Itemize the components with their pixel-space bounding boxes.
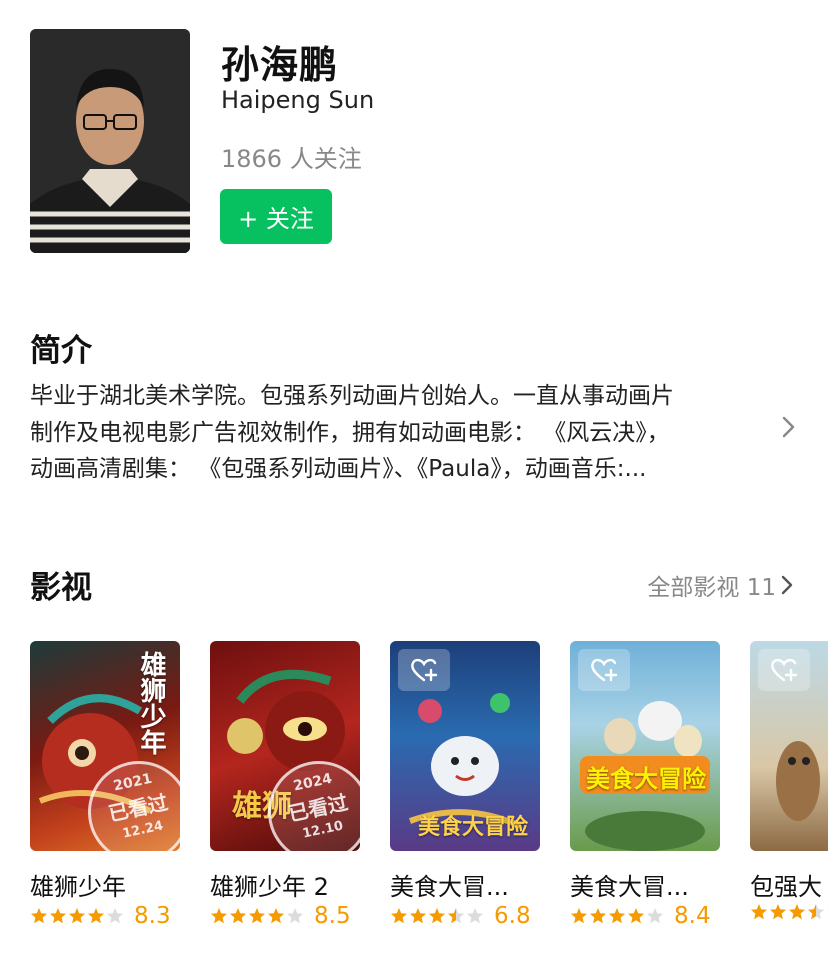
intro-line: 制作及电视电影广告视效制作，拥有如动画电影： 《风云决》， xyxy=(30,419,670,446)
star-icon xyxy=(647,908,663,924)
intro-line: 动画高清剧集： 《包强系列动画片》、《Paula》，动画音乐:... xyxy=(30,456,647,482)
star-icon xyxy=(50,908,66,924)
star-icon xyxy=(609,908,625,924)
film-card[interactable]: 美食大冒险 美食大冒... 8.4 xyxy=(570,641,720,929)
chevron-right-icon xyxy=(781,575,793,595)
star-icon xyxy=(107,908,123,924)
person-name: 孙海鹏 xyxy=(221,43,339,87)
intro-text[interactable]: 毕业于湖北美术学院。包强系列动画片创始人。一直从事动画片 制作及电视电影广告视效… xyxy=(30,378,760,488)
see-all-label: 全部影视 11 xyxy=(647,575,776,601)
film-title[interactable]: 雄狮少年 xyxy=(30,867,200,902)
star-icon xyxy=(429,908,445,924)
heart-plus-icon xyxy=(411,658,438,682)
star-icon xyxy=(770,904,786,920)
heart-plus-icon xyxy=(591,658,618,682)
rating-score: 6.8 xyxy=(494,903,531,929)
star-icon xyxy=(88,908,104,924)
film-poster[interactable]: 美食大冒险 xyxy=(390,641,540,851)
poster-title: 美食大冒险 xyxy=(418,815,529,840)
star-icon xyxy=(268,908,284,924)
films-carousel[interactable]: 雄狮少年 2021 已看过 12.24 雄狮少年 8.3 雄狮 2024 已看过… xyxy=(30,641,828,941)
star-icon xyxy=(751,904,767,920)
film-title[interactable]: 包强大 xyxy=(750,867,828,902)
film-poster[interactable]: 美食大冒险 xyxy=(570,641,720,851)
rating-stars xyxy=(390,907,484,925)
film-card[interactable]: 雄狮 2024 已看过 12.10 雄狮少年 2 8.5 xyxy=(210,641,360,929)
star-icon xyxy=(287,908,303,924)
star-icon xyxy=(230,908,246,924)
film-rating xyxy=(750,903,828,921)
want-to-watch-button[interactable] xyxy=(398,649,450,691)
film-title[interactable]: 美食大冒... xyxy=(570,867,740,902)
intro-line: 毕业于湖北美术学院。包强系列动画片创始人。一直从事动画片 xyxy=(30,383,674,409)
film-rating: 8.3 xyxy=(30,903,171,929)
film-poster[interactable]: 雄狮 2024 已看过 12.10 xyxy=(210,641,360,851)
star-icon xyxy=(571,908,587,924)
film-card[interactable]: 雄狮少年 2021 已看过 12.24 雄狮少年 8.3 xyxy=(30,641,180,929)
chevron-right-icon[interactable] xyxy=(778,412,800,442)
star-icon xyxy=(789,904,805,920)
person-avatar[interactable] xyxy=(30,29,190,253)
follower-count: 1866 人关注 xyxy=(221,145,362,173)
rating-stars xyxy=(750,903,828,921)
film-title[interactable]: 美食大冒... xyxy=(390,867,560,902)
person-name-english: Haipeng Sun xyxy=(221,86,375,114)
rating-stars xyxy=(30,907,124,925)
follow-button[interactable]: + 关注 xyxy=(220,189,332,244)
star-icon xyxy=(467,908,483,924)
rating-stars xyxy=(210,907,304,925)
film-rating: 6.8 xyxy=(390,903,531,929)
star-icon xyxy=(211,908,227,924)
poster-title: 雄狮少年 xyxy=(136,651,166,755)
heart-plus-icon xyxy=(771,658,798,682)
star-icon xyxy=(808,904,824,920)
star-icon xyxy=(628,908,644,924)
see-all-films-link[interactable]: 全部影视 11 xyxy=(647,568,794,602)
film-card[interactable]: 包强大 xyxy=(750,641,828,920)
rating-score: 8.3 xyxy=(134,903,171,929)
want-to-watch-button[interactable] xyxy=(578,649,630,691)
film-rating: 8.5 xyxy=(210,903,351,929)
film-title[interactable]: 雄狮少年 2 xyxy=(210,867,380,902)
film-poster[interactable]: 雄狮少年 2021 已看过 12.24 xyxy=(30,641,180,851)
star-icon xyxy=(249,908,265,924)
star-icon xyxy=(391,908,407,924)
poster-title: 美食大冒险 xyxy=(586,765,706,793)
rating-score: 8.5 xyxy=(314,903,351,929)
rating-stars xyxy=(570,907,664,925)
film-poster[interactable] xyxy=(750,641,828,851)
star-icon xyxy=(448,908,464,924)
star-icon xyxy=(31,908,47,924)
star-icon xyxy=(410,908,426,924)
star-icon xyxy=(590,908,606,924)
film-rating: 8.4 xyxy=(570,903,711,929)
star-icon xyxy=(69,908,85,924)
film-card[interactable]: 美食大冒险 美食大冒... 6.8 xyxy=(390,641,540,929)
want-to-watch-button[interactable] xyxy=(758,649,810,691)
rating-score: 8.4 xyxy=(674,903,711,929)
films-heading: 影视 xyxy=(30,570,92,606)
intro-heading: 简介 xyxy=(30,333,92,369)
avatar-portrait xyxy=(30,29,190,253)
